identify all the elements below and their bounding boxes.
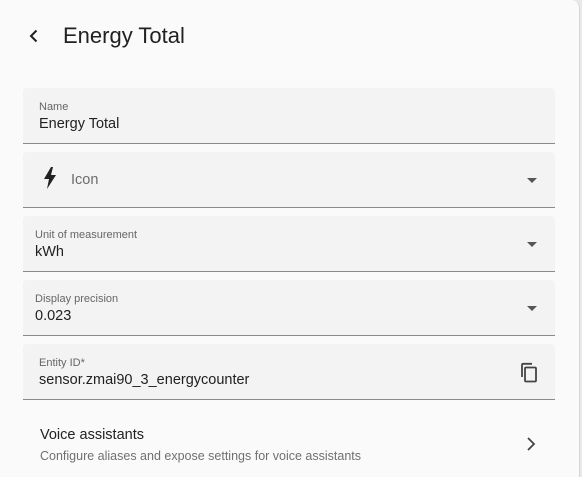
voice-assistants-item[interactable]: Voice assistants Configure aliases and e… [23, 412, 555, 477]
name-field[interactable]: Name Energy Total [23, 88, 555, 144]
chevron-down-icon [527, 242, 537, 247]
chevron-right-icon [527, 437, 536, 451]
icon-picker[interactable]: Icon [23, 152, 555, 208]
entity-id-field[interactable]: Entity ID* sensor.zmai90_3_energycounter [23, 344, 555, 400]
entity-id-value: sensor.zmai90_3_energycounter [39, 372, 250, 388]
unit-field-label: Unit of measurement [35, 229, 138, 241]
entity-settings-dialog: Energy Total Name Energy Total Icon Unit… [0, 0, 580, 477]
voice-assistants-title: Voice assistants [40, 427, 144, 443]
display-precision-select[interactable]: Display precision 0.023 [23, 280, 555, 336]
entity-id-label: Entity ID* [39, 357, 85, 369]
dialog-header: Energy Total [0, 0, 580, 72]
precision-field-label: Display precision [35, 293, 119, 305]
icon-picker-placeholder: Icon [71, 172, 99, 188]
back-button[interactable] [20, 22, 48, 50]
copy-icon[interactable] [519, 362, 539, 384]
precision-field-value: 0.023 [35, 308, 72, 324]
page-title: Energy Total [63, 23, 185, 48]
name-field-value: Energy Total [39, 116, 120, 132]
lightning-bolt-icon [44, 167, 56, 189]
chevron-down-icon [527, 306, 537, 311]
unit-field-value: kWh [35, 244, 64, 260]
name-field-label: Name [39, 101, 69, 113]
unit-of-measurement-select[interactable]: Unit of measurement kWh [23, 216, 555, 272]
voice-assistants-subtitle: Configure aliases and expose settings fo… [40, 449, 362, 463]
chevron-left-icon [29, 29, 38, 43]
chevron-down-icon [527, 178, 537, 183]
